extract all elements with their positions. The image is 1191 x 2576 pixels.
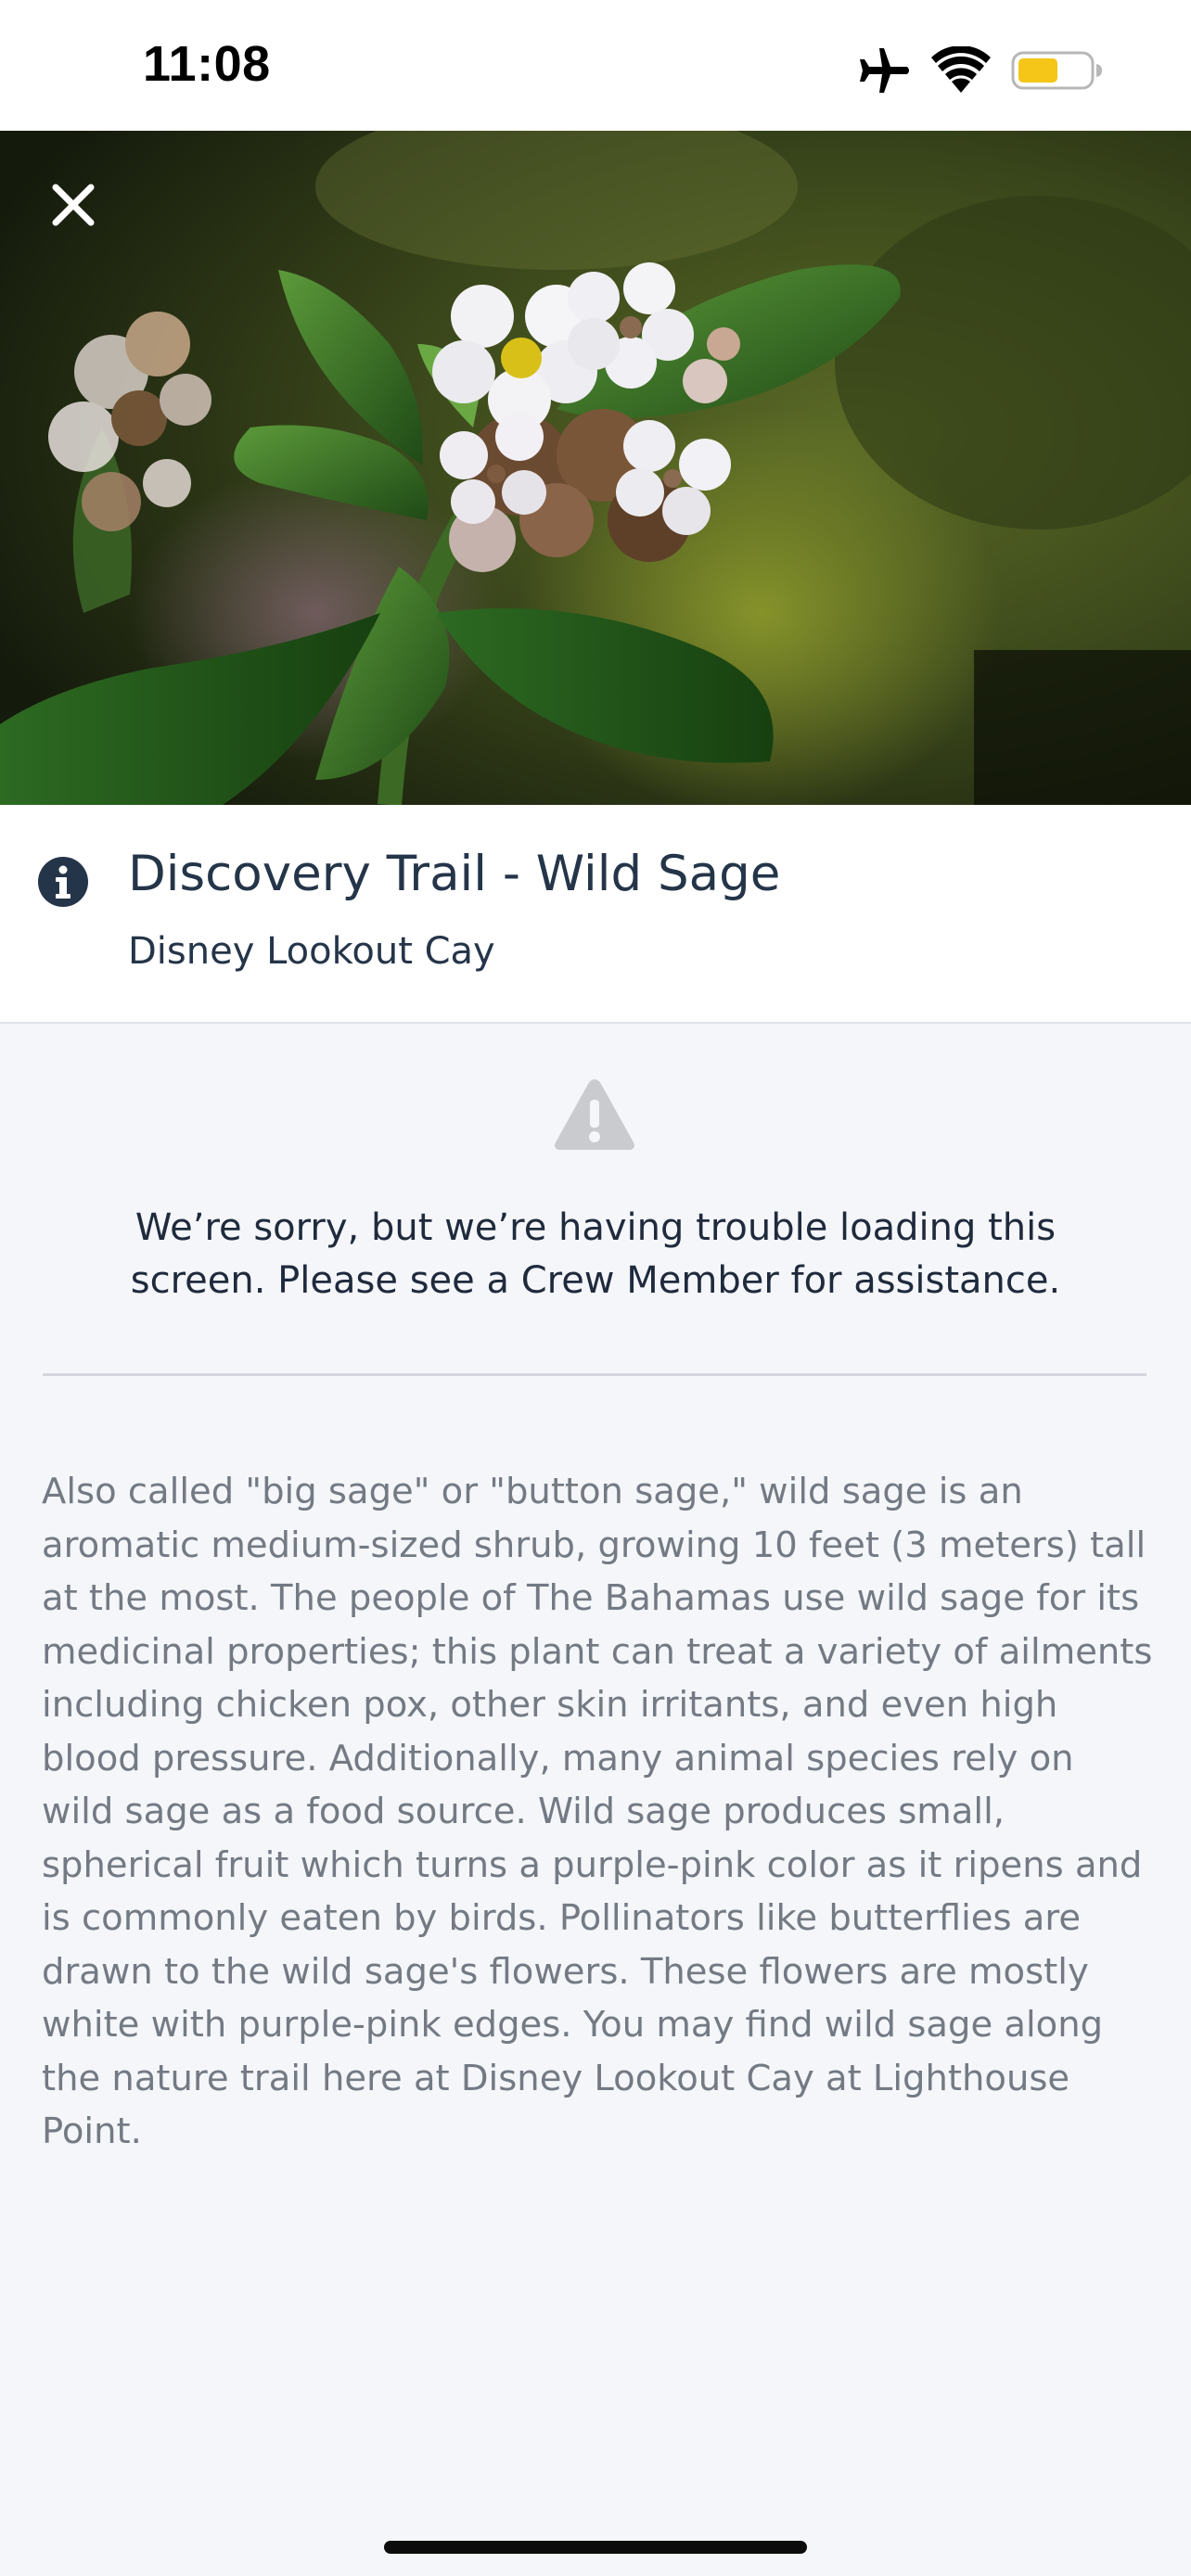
title-card — [0, 805, 1191, 1024]
page-title: Discovery Trail - Wild Sage — [128, 846, 781, 902]
wifi-icon — [931, 46, 991, 93]
page-subtitle: Disney Lookout Cay — [128, 930, 495, 973]
warning-icon — [555, 1079, 634, 1150]
info-icon — [38, 857, 88, 907]
airplane-icon — [860, 48, 909, 93]
hero-image — [0, 131, 1191, 805]
close-button[interactable] — [33, 165, 113, 245]
status-time: 11:08 — [143, 36, 271, 92]
flower-photo — [0, 131, 1191, 805]
battery-icon — [1011, 51, 1102, 90]
close-icon — [52, 184, 95, 226]
error-message: We’re sorry, but we’re having trouble lo… — [130, 1206, 1061, 1302]
description-text: Also called "big sage" or "button sage,"… — [42, 1471, 1153, 2152]
status-bar: 11:08 — [0, 0, 1191, 131]
divider — [43, 1373, 1146, 1376]
home-indicator — [384, 2541, 807, 2554]
